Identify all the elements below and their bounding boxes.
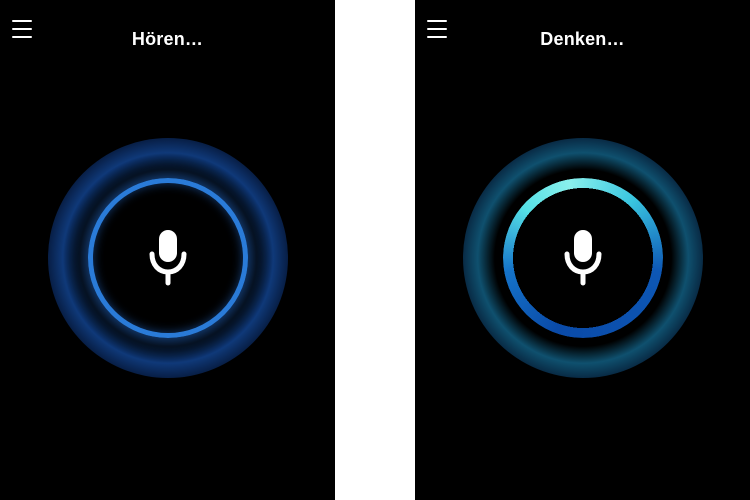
menu-icon[interactable] bbox=[12, 20, 36, 38]
status-title: Denken… bbox=[415, 29, 750, 50]
microphone-icon bbox=[561, 228, 605, 288]
screenshot-divider bbox=[335, 0, 415, 500]
header: Hören… bbox=[0, 0, 335, 60]
menu-icon[interactable] bbox=[427, 20, 451, 38]
microphone-icon bbox=[146, 228, 190, 288]
microphone-button[interactable] bbox=[138, 228, 198, 288]
header: Denken… bbox=[415, 0, 750, 60]
voice-orb bbox=[48, 138, 288, 378]
voice-assistant-screen-listening: Hören… bbox=[0, 0, 335, 500]
voice-orb bbox=[463, 138, 703, 378]
microphone-button[interactable] bbox=[553, 228, 613, 288]
status-title: Hören… bbox=[0, 29, 335, 50]
voice-assistant-screen-thinking: Denken… bbox=[415, 0, 750, 500]
